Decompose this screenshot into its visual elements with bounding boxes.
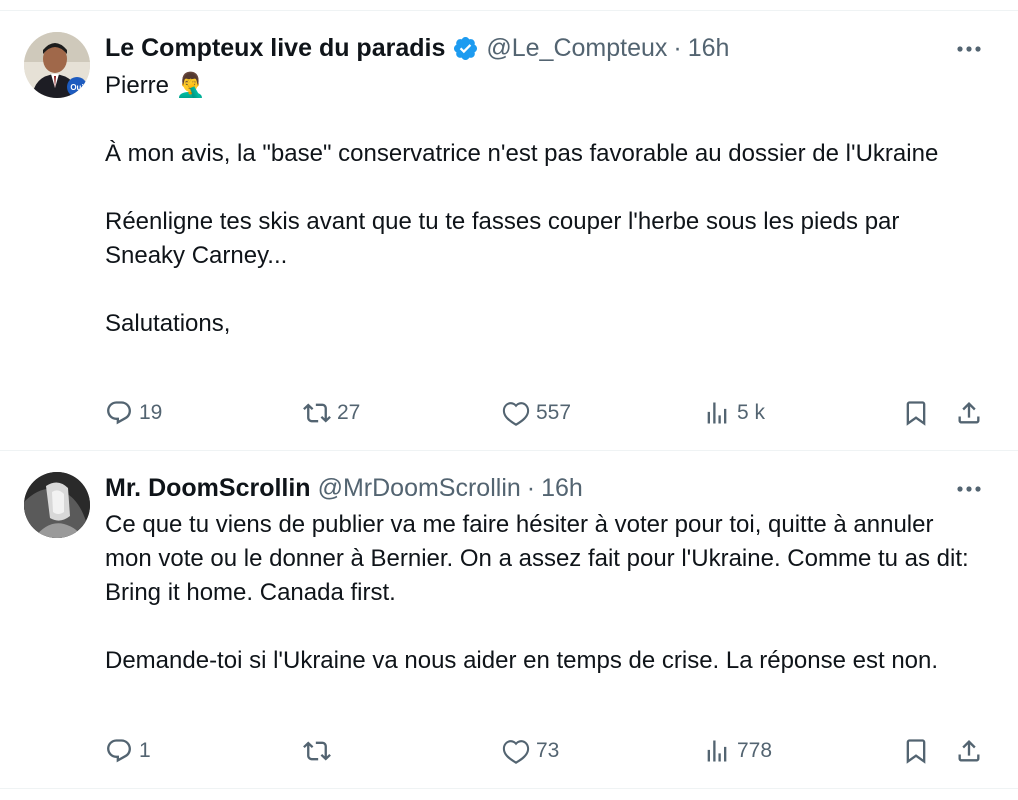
action-bar: 19 27 557 5 k (105, 395, 988, 431)
heart-icon (502, 740, 530, 764)
repost-count: 27 (337, 401, 361, 424)
reply-button[interactable]: 19 (105, 395, 162, 431)
tweet-header: Mr. DoomScrollin @MrDoomScrollin · 16h (105, 471, 583, 505)
views-icon (707, 402, 727, 424)
timeline-feed: Oui Le Compteux live du paradis @Le_Comp… (0, 0, 1018, 800)
bookmark-icon (906, 401, 926, 426)
repost-button[interactable]: 27 (303, 395, 360, 431)
avatar[interactable]: Oui (24, 32, 90, 98)
views-count: 778 (737, 739, 773, 762)
avatar-badge-text: Oui (70, 83, 83, 92)
action-bar: 1 73 778 (105, 733, 988, 769)
display-name[interactable]: Le Compteux live du paradis (105, 34, 445, 63)
repost-button[interactable] (303, 733, 337, 769)
user-handle[interactable]: @Le_Compteux (486, 34, 667, 63)
bookmark-button[interactable] (902, 395, 930, 431)
tweet-paragraph: Salutations, (105, 310, 231, 337)
separator-dot: · (526, 473, 536, 502)
avatar-image (24, 472, 90, 538)
reply-button[interactable]: 1 (105, 733, 151, 769)
separator-dot: · (673, 33, 682, 62)
more-icon[interactable] (954, 39, 984, 59)
timestamp[interactable]: 16h (688, 34, 730, 63)
tweet-text: Ce que tu viens de publier va me faire h… (105, 508, 978, 678)
like-count: 557 (536, 401, 572, 424)
share-button[interactable] (955, 395, 983, 431)
user-handle[interactable]: @MrDoomScrollin (318, 474, 521, 503)
views-button[interactable]: 778 (703, 733, 772, 769)
share-button[interactable] (955, 733, 983, 769)
like-button[interactable]: 557 (502, 395, 571, 431)
share-icon (958, 740, 980, 762)
views-button[interactable]: 5 k (703, 395, 765, 431)
reply-count: 1 (139, 739, 151, 762)
tweet-header: Le Compteux live du paradis @Le_Compteux… (105, 31, 729, 65)
tweet[interactable]: Oui Le Compteux live du paradis @Le_Comp… (0, 11, 1018, 451)
tweet-paragraph: Pierre 🤦‍♂️ (105, 72, 206, 99)
avatar-image: Oui (24, 32, 90, 98)
bookmark-button[interactable] (902, 733, 930, 769)
tweet-paragraph: Ce que tu viens de publier va me faire h… (105, 511, 969, 606)
divider (0, 789, 1018, 800)
tweet[interactable]: Mr. DoomScrollin @MrDoomScrollin · 16h C… (0, 451, 1018, 789)
repost-icon (303, 403, 331, 423)
tweet-paragraph: Demande-toi si l'Ukraine va nous aider e… (105, 647, 939, 674)
timestamp[interactable]: 16h (541, 474, 583, 503)
like-count: 73 (536, 739, 560, 762)
more-icon[interactable] (954, 479, 984, 499)
heart-icon (502, 402, 530, 426)
reply-icon (107, 739, 131, 763)
like-button[interactable]: 73 (502, 733, 559, 769)
display-name[interactable]: Mr. DoomScrollin (105, 474, 311, 503)
verified-badge-icon[interactable] (452, 35, 479, 62)
share-icon (958, 402, 980, 424)
views-icon (707, 740, 727, 762)
repost-icon (303, 741, 331, 761)
tweet-paragraph: À mon avis, la "base" conservatrice n'es… (105, 140, 939, 167)
reply-count: 19 (139, 401, 163, 424)
bookmark-icon (906, 739, 926, 764)
tweet-text: Pierre 🤦‍♂️ À mon avis, la "base" conser… (105, 69, 978, 341)
views-count: 5 k (737, 401, 766, 424)
avatar[interactable] (24, 472, 90, 538)
tweet-paragraph: Réenligne tes skis avant que tu te fasse… (105, 208, 900, 269)
reply-icon (107, 401, 131, 425)
